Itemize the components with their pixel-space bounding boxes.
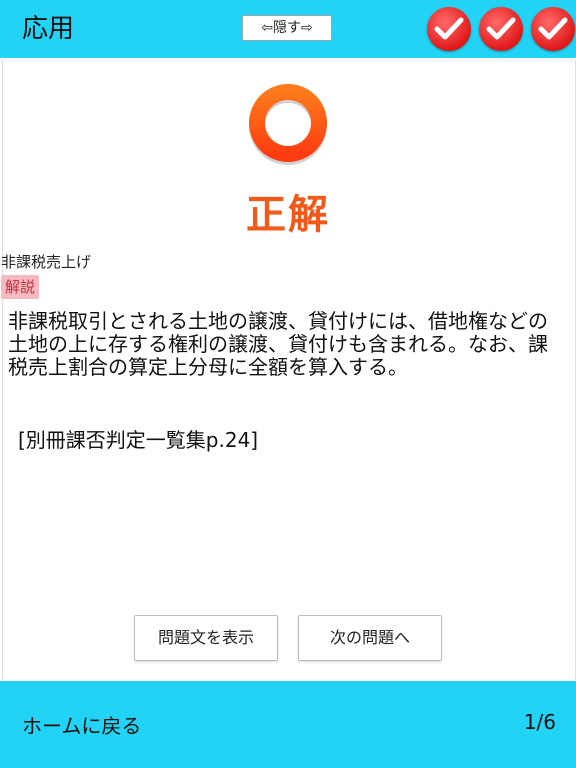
check-icon [531, 7, 575, 51]
home-link[interactable]: ホームに戻る [22, 710, 141, 739]
top-bar: 応用 ⇦隠す⇨ [0, 0, 576, 58]
correct-circle-icon [246, 82, 330, 166]
next-question-button[interactable]: 次の問題へ [298, 615, 442, 661]
bottom-bar: ホームに戻る 1/6 [0, 681, 576, 768]
explanation-tag: 解説 [1, 275, 40, 299]
result-label: 正解 [246, 192, 330, 238]
page-title: 応用 [22, 14, 75, 44]
reference-text: [別冊課否判定一覧集p.24] [18, 428, 259, 452]
check-icon [427, 7, 471, 51]
question-category: 非課税売上げ [1, 253, 92, 271]
show-question-button[interactable]: 問題文を表示 [134, 615, 278, 661]
explanation-text: 非課税取引とされる土地の譲渡、貸付けには、借地権などの土地の上に存する権利の譲渡… [8, 309, 548, 379]
page-counter: 1/6 [523, 710, 556, 734]
hide-button[interactable]: ⇦隠す⇨ [242, 15, 332, 41]
check-icon [479, 7, 523, 51]
